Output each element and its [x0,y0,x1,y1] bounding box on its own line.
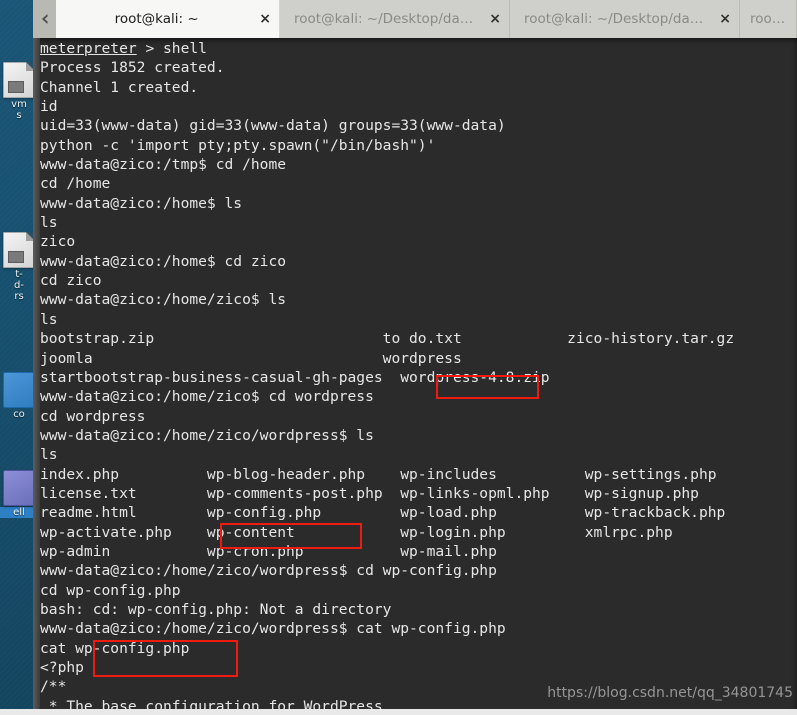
tab-root-kali-desktop-2[interactable]: root@kali: ~/Desktop/da… × [510,0,740,38]
tab-title: root@kali: ~/Desktop/da… [524,11,704,27]
terminal-text: meterpreter > shell Process 1852 created.… [40,38,797,715]
window-bottom-edge [0,709,797,715]
terminal-line: license.txt wp-comments-post.php wp-link… [40,484,699,502]
terminal-line: id [40,98,58,116]
terminal-line: www-data@zico:/tmp$ cd /home [40,156,287,174]
terminal-line: www-data@zico:/home/zico$ cd wordpress [40,388,374,406]
watermark-url: https://blog.csdn.net/qq_34801745 [547,685,793,701]
tab-root-kali-desktop-1[interactable]: root@kali: ~/Desktop/da… × [280,0,510,38]
terminal-line: zico [40,233,76,251]
terminal-line: Process 1852 created. [40,59,225,77]
tab-scroll-left-button[interactable] [33,0,56,38]
terminal-window: root@kali: ~ × root@kali: ~/Desktop/da… × ro… [33,0,797,715]
terminal-line: ls [40,214,58,232]
terminal-line: bootstrap.zip to do.txt zico-history.tar… [40,330,735,348]
tab-title: root@kali: ~/Desktop/da… [294,11,474,27]
tab-root-kali-home[interactable]: root@kali: ~ × [56,0,280,38]
terminal-line: bash: cd: wp-config.php: Not a directory [40,600,392,618]
terminal-scrollbar[interactable] [33,38,40,715]
file-icon [3,62,35,98]
terminal-line: cd /home [40,175,111,193]
close-icon[interactable]: × [489,12,501,26]
terminal-line: Channel 1 created. [40,78,199,96]
terminal-line: uid=33(www-data) gid=33(www-data) groups… [40,117,506,135]
terminal-line: index.php wp-blog-header.php wp-includes… [40,465,717,483]
terminal-line: www-data@zico:/home/zico/wordpress$ cd w… [40,562,497,580]
terminal-line: ls [40,310,58,328]
tab-root-kali-desktop-3[interactable]: root@ka [740,0,797,38]
terminal-line: www-data@zico:/home$ ls [40,194,243,212]
terminal-line: ls [40,446,58,464]
screenshot-root: vmst-d-rscoell Most Visited Getting Star… [0,0,797,715]
terminal-line: meterpreter > shell [40,39,797,58]
terminal-tab-bar: root@kali: ~ × root@kali: ~/Desktop/da… × ro… [33,0,797,38]
tab-title: root@ka [750,11,788,27]
terminal-line: www-data@zico:/home/zico/wordpress$ ls [40,426,374,444]
terminal-prompt-name: meterpreter [40,40,137,57]
terminal-line: cat wp-config.php [40,639,190,657]
terminal-line: wp-activate.php wp-content wp-login.php … [40,523,673,541]
terminal-line-text: > shell [136,40,207,57]
terminal-line: python -c 'import pty;pty.spawn("/bin/ba… [40,136,436,154]
terminal-line: <?php [40,659,84,676]
terminal-line: cd wordpress [40,407,146,425]
terminal-line: www-data@zico:/home$ cd zico [40,252,287,270]
close-icon[interactable]: × [719,12,731,26]
terminal-output-area[interactable]: meterpreter > shell Process 1852 created.… [33,38,797,715]
terminal-line: www-data@zico:/home/zico$ ls [40,291,287,309]
terminal-line: startbootstrap-business-casual-gh-pages … [40,368,550,386]
terminal-line: joomla wordpress [40,349,462,367]
folder-icon [3,470,35,506]
terminal-line: cd wp-config.php [40,581,181,599]
terminal-line: readme.html wp-config.php wp-load.php wp… [40,504,726,522]
close-icon[interactable]: × [259,12,271,26]
file-icon [3,372,35,408]
terminal-line: www-data@zico:/home/zico/wordpress$ cat … [40,620,506,638]
terminal-line: cd zico [40,272,102,290]
file-icon [3,232,35,268]
tab-title: root@kali: ~ [114,11,199,27]
terminal-line: wp-admin wp-cron.php wp-mail.php [40,542,497,560]
